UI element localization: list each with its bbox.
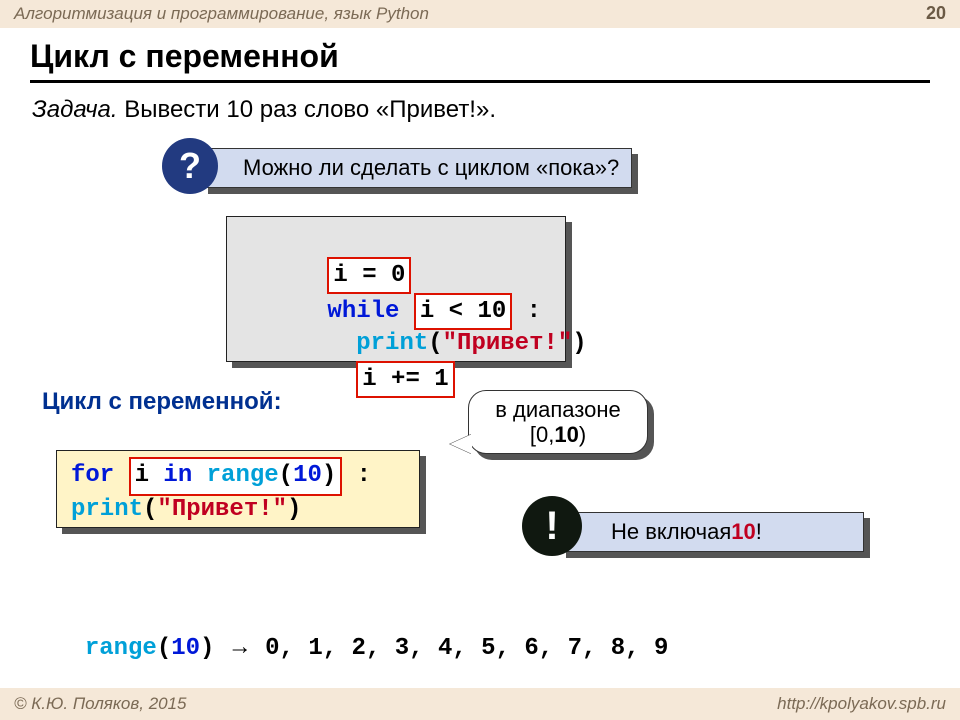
range-fn: range xyxy=(85,635,157,662)
indent xyxy=(327,366,356,393)
code-while-box: i = 0 while i < 10 : print("Привет!") i … xyxy=(226,216,566,362)
range-arg: 10 xyxy=(171,635,200,662)
course-title: Алгоритмизация и программирование, язык … xyxy=(14,4,429,24)
question-callout: Можно ли сделать с циклом «пока»? xyxy=(202,148,642,188)
for-i: i xyxy=(135,462,164,489)
task-line: Задача. Вывести 10 раз слово «Привет!». xyxy=(32,96,496,124)
bubble-tail-icon xyxy=(450,434,472,454)
paren-close: ) xyxy=(572,330,586,357)
excl-text-a: Не включая xyxy=(611,519,731,545)
arrow-icon: → xyxy=(214,633,265,660)
paren-open: ( xyxy=(143,496,157,523)
inc-box: i += 1 xyxy=(356,361,454,399)
for-kw: for xyxy=(71,462,129,489)
range-expansion: range(10) → 0, 1, 2, 3, 4, 5, 6, 7, 8, 9 xyxy=(56,606,668,662)
code-while: i = 0 while i < 10 : print("Привет!") i … xyxy=(226,216,572,368)
range-bubble-box: в диапазоне [0,10) xyxy=(468,390,648,454)
range-bubble-l2a: [0, xyxy=(530,422,554,447)
code-for-box: for i in range(10) : print("Привет!") xyxy=(56,450,420,528)
copyright: © К.Ю. Поляков, 2015 xyxy=(14,694,187,714)
range-bubble-l2c: ) xyxy=(579,422,586,447)
paren-open: ( xyxy=(157,635,171,662)
header-band: Алгоритмизация и программирование, язык … xyxy=(0,0,960,28)
title-rule xyxy=(30,80,930,83)
page-number: 20 xyxy=(926,3,946,24)
range-result: 0, 1, 2, 3, 4, 5, 6, 7, 8, 9 xyxy=(265,635,668,662)
range-arg: 10 xyxy=(293,462,322,489)
excl-text-c: ! xyxy=(756,519,762,545)
question-badge: ? xyxy=(162,138,218,194)
print-fn: print xyxy=(71,496,143,523)
footer-url: http://kpolyakov.spb.ru xyxy=(777,694,946,714)
paren-close: ) xyxy=(322,462,336,489)
for-heading: Цикл с переменной: xyxy=(42,388,282,416)
range-bubble: в диапазоне [0,10) xyxy=(468,390,648,456)
question-box: Можно ли сделать с циклом «пока»? xyxy=(202,148,632,188)
slide-title: Цикл с переменной xyxy=(30,38,339,75)
footer-band: © К.Ю. Поляков, 2015 http://kpolyakov.sp… xyxy=(0,688,960,720)
range-fn: range xyxy=(192,462,278,489)
string-literal: "Привет!" xyxy=(443,330,573,357)
string-literal: "Привет!" xyxy=(157,496,287,523)
excl-text-b: 10 xyxy=(731,519,755,545)
exclaim-box: Не включая 10! xyxy=(560,512,864,552)
paren-close: ) xyxy=(200,635,214,662)
task-body: Вывести 10 раз слово «Привет!». xyxy=(118,96,496,123)
for-tail: : xyxy=(342,462,371,489)
question-text: Можно ли сделать с циклом «пока»? xyxy=(243,155,619,181)
in-kw: in xyxy=(163,462,192,489)
task-prefix: Задача. xyxy=(32,96,118,123)
for-head-box: i in range(10) xyxy=(129,457,343,496)
code-for: for i in range(10) : print("Привет!") xyxy=(56,450,426,534)
exclaim-badge: ! xyxy=(522,496,582,556)
range-bubble-line1: в диапазоне xyxy=(495,397,621,422)
paren-close: ) xyxy=(287,496,301,523)
range-bubble-l2b: 10 xyxy=(554,422,578,447)
paren-open: ( xyxy=(279,462,293,489)
exclaim-callout: Не включая 10! xyxy=(560,512,870,552)
